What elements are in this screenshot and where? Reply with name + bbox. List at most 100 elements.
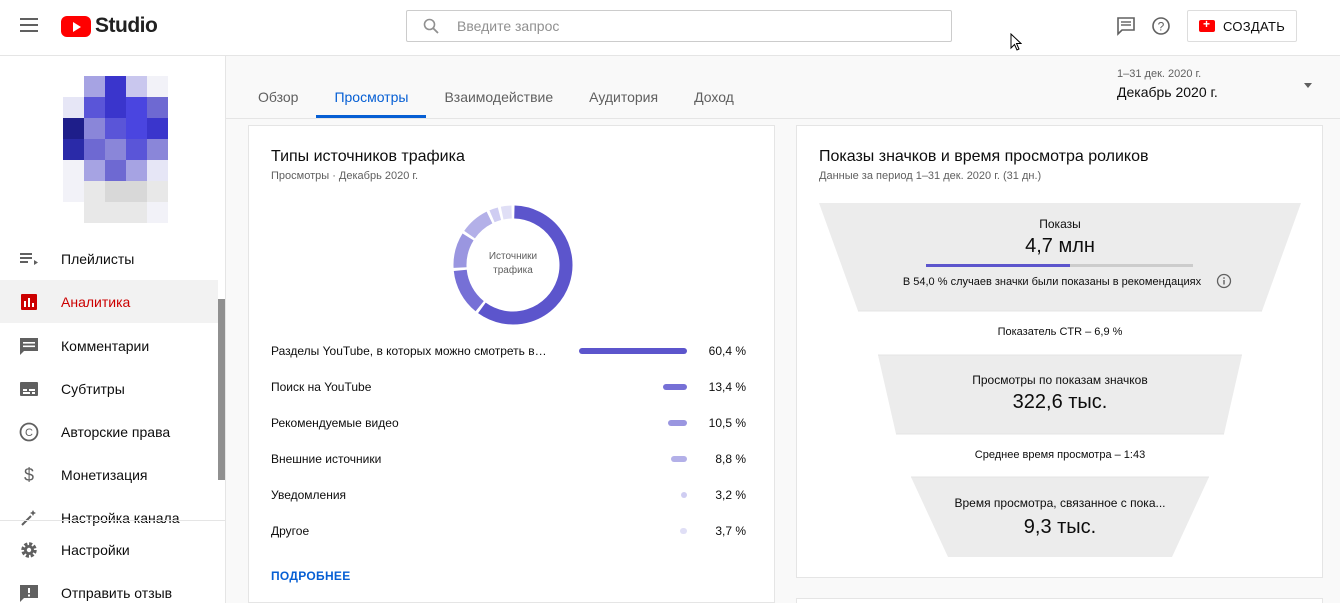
avatar-pixel (63, 139, 84, 160)
search-input[interactable] (457, 11, 937, 41)
funnel-card-title: Показы значков и время просмотра роликов (819, 148, 1149, 165)
avatar-pixel (63, 118, 84, 139)
traffic-source-name: Другое (271, 524, 310, 538)
donut-slice[interactable] (500, 205, 512, 220)
traffic-source-name: Разделы YouTube, в которых можно смотрет… (271, 344, 551, 358)
date-range-value: Декабрь 2020 г. (1117, 84, 1218, 100)
sidebar-item-label: Плейлисты (61, 250, 135, 267)
sidebar-item-copyright[interactable]: C Авторские права (0, 410, 218, 453)
avatar-pixel (105, 181, 126, 202)
create-button[interactable]: СОЗДАТЬ (1187, 10, 1297, 42)
menu-icon[interactable] (20, 18, 38, 32)
traffic-source-name: Поиск на YouTube (271, 380, 372, 394)
avatar-pixel (126, 160, 147, 181)
traffic-source-row[interactable]: Другое 3,7 % (271, 521, 746, 541)
video-camera-icon (1198, 17, 1215, 32)
caret-down-icon (1304, 83, 1312, 88)
tab-overview[interactable]: Обзор (240, 56, 316, 118)
avatar-pixel (84, 76, 105, 97)
avatar-pixel (147, 181, 168, 202)
traffic-source-bar (680, 528, 687, 534)
help-icon[interactable]: ? (1151, 16, 1171, 36)
sidebar-item-analytics[interactable]: Аналитика (0, 280, 218, 323)
traffic-source-bar (681, 492, 687, 498)
traffic-source-bar (663, 384, 687, 390)
top-bar: Studio ? СОЗДАТЬ (0, 0, 1340, 56)
sidebar: Плейлисты Аналитика Комментарии Субтитры… (0, 56, 226, 603)
svg-text:?: ? (1158, 20, 1165, 34)
funnel-card-subtitle: Данные за период 1–31 дек. 2020 г. (31 д… (819, 170, 1042, 182)
mouse-cursor-icon (1010, 33, 1022, 51)
traffic-source-row[interactable]: Уведомления 3,2 % (271, 485, 746, 505)
avatar-pixel (63, 202, 84, 223)
avatar-pixel (126, 118, 147, 139)
donut-slice[interactable] (489, 207, 502, 223)
avatar-pixel (147, 118, 168, 139)
traffic-source-name: Внешние источники (271, 452, 382, 466)
sidebar-item-send-feedback[interactable]: Отправить отзыв (0, 571, 218, 603)
svg-text:C: C (25, 427, 33, 439)
see-more-link[interactable]: ПОДРОБНЕЕ (271, 569, 351, 583)
traffic-source-row[interactable]: Рекомендуемые видео 10,5 % (271, 413, 746, 433)
traffic-source-bar (671, 456, 687, 462)
impressions-funnel: Показы 4,7 млн В 54,0 % случаев значки б… (819, 203, 1301, 557)
tab-reach[interactable]: Просмотры (316, 56, 427, 118)
donut-slice[interactable] (464, 211, 493, 239)
tab-revenue[interactable]: Доход (676, 56, 752, 118)
tab-audience[interactable]: Аудитория (571, 56, 676, 118)
avatar-pixel (126, 76, 147, 97)
traffic-source-bar (668, 420, 687, 426)
avatar-pixel (63, 76, 84, 97)
traffic-source-row[interactable]: Внешние источники 8,8 % (271, 449, 746, 469)
tab-engagement[interactable]: Взаимодействие (426, 56, 571, 118)
sidebar-item-comments[interactable]: Комментарии (0, 324, 218, 367)
search-box[interactable] (406, 10, 952, 42)
studio-logo[interactable]: Studio (61, 14, 158, 38)
avatar-pixel (84, 160, 105, 181)
sidebar-scrollbar[interactable] (218, 299, 225, 480)
date-range-text: 1–31 дек. 2020 г. (1117, 68, 1202, 80)
avatar-pixel (84, 181, 105, 202)
date-range-selector[interactable]: 1–31 дек. 2020 г. Декабрь 2020 г. (1117, 68, 1317, 100)
avatar-pixel (105, 97, 126, 118)
sidebar-item-monetization[interactable]: $ Монетизация (0, 453, 218, 496)
avatar-pixel (147, 202, 168, 223)
ctr-text: Показатель CTR – 6,9 % (997, 326, 1123, 338)
channel-avatar[interactable] (63, 76, 168, 226)
avatar-pixel (63, 181, 84, 202)
sidebar-item-label: Настройки (61, 541, 130, 558)
impressions-label: Показы (1039, 217, 1081, 231)
feedback-icon[interactable] (1116, 16, 1136, 36)
recommendation-share-fill (926, 264, 1071, 267)
create-label: СОЗДАТЬ (1222, 18, 1286, 34)
sidebar-item-settings[interactable]: Настройки (0, 528, 218, 571)
info-icon[interactable] (1216, 273, 1232, 289)
traffic-source-percent: 10,5 % (708, 416, 746, 430)
traffic-source-row[interactable]: Разделы YouTube, в которых можно смотрет… (271, 341, 746, 361)
avatar-pixel (105, 160, 126, 181)
avatar-pixel (126, 202, 147, 223)
analytics-icon (21, 293, 37, 310)
sidebar-item-label: Аналитика (61, 293, 131, 310)
sidebar-item-playlists[interactable]: Плейлисты (0, 237, 218, 280)
sidebar-item-label: Монетизация (61, 466, 148, 483)
comments-icon (20, 337, 38, 355)
avatar-pixel (84, 97, 105, 118)
recommendation-share-bar (926, 264, 1193, 267)
sidebar-item-label: Авторские права (61, 423, 171, 440)
avatar-pixel (105, 118, 126, 139)
feedback-icon (20, 584, 38, 602)
avatar-pixel (105, 76, 126, 97)
avatar-pixel (84, 118, 105, 139)
traffic-source-row[interactable]: Поиск на YouTube 13,4 % (271, 377, 746, 397)
avg-view-duration-text: Среднее время просмотра – 1:43 (974, 449, 1146, 461)
avatar-pixel (126, 139, 147, 160)
copyright-icon: C (19, 422, 39, 441)
sidebar-item-subtitles[interactable]: Субтитры (0, 367, 218, 410)
analytics-tabs: Обзор Просмотры Взаимодействие Аудитория… (240, 56, 752, 118)
svg-text:$: $ (24, 465, 34, 485)
donut-slice[interactable] (453, 233, 474, 268)
traffic-card-title: Типы источников трафика (271, 148, 465, 165)
traffic-source-percent: 3,7 % (715, 524, 746, 538)
sidebar-item-label: Настройка канала (61, 509, 180, 526)
